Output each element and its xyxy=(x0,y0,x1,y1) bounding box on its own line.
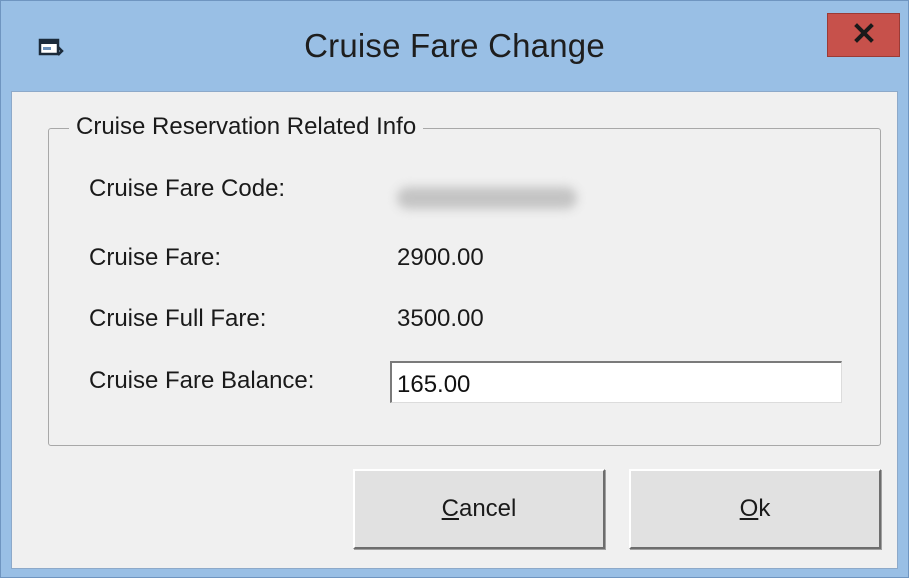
full-fare-value: 3500.00 xyxy=(397,305,484,332)
full-fare-label: Cruise Full Fare: xyxy=(89,305,267,332)
cruise-fare-label: Cruise Fare: xyxy=(89,244,222,271)
window-title: Cruise Fare Change xyxy=(304,27,605,64)
dialog-client-area: Cruise Reservation Related Info Cruise F… xyxy=(11,91,898,569)
ok-mnemonic: O xyxy=(739,495,759,522)
group-legend: Cruise Reservation Related Info xyxy=(69,113,424,141)
fare-balance-label: Cruise Fare Balance: xyxy=(89,367,315,394)
close-icon xyxy=(853,22,874,48)
cancel-mnemonic: C xyxy=(441,495,459,522)
ok-label: k xyxy=(758,495,771,522)
fare-code-redacted xyxy=(397,187,577,209)
title-bar[interactable]: Cruise Fare Change xyxy=(1,1,908,91)
fare-code-label: Cruise Fare Code: xyxy=(89,175,286,202)
fare-balance-input[interactable] xyxy=(390,361,842,403)
cancel-label: ancel xyxy=(458,495,517,522)
ok-button[interactable]: Ok xyxy=(629,469,881,549)
cancel-button[interactable]: Cancel xyxy=(353,469,605,549)
close-button[interactable] xyxy=(827,13,900,57)
dialog-window: Cruise Fare Change Cruise Reservation Re… xyxy=(0,0,909,578)
cruise-fare-value: 2900.00 xyxy=(397,244,484,271)
